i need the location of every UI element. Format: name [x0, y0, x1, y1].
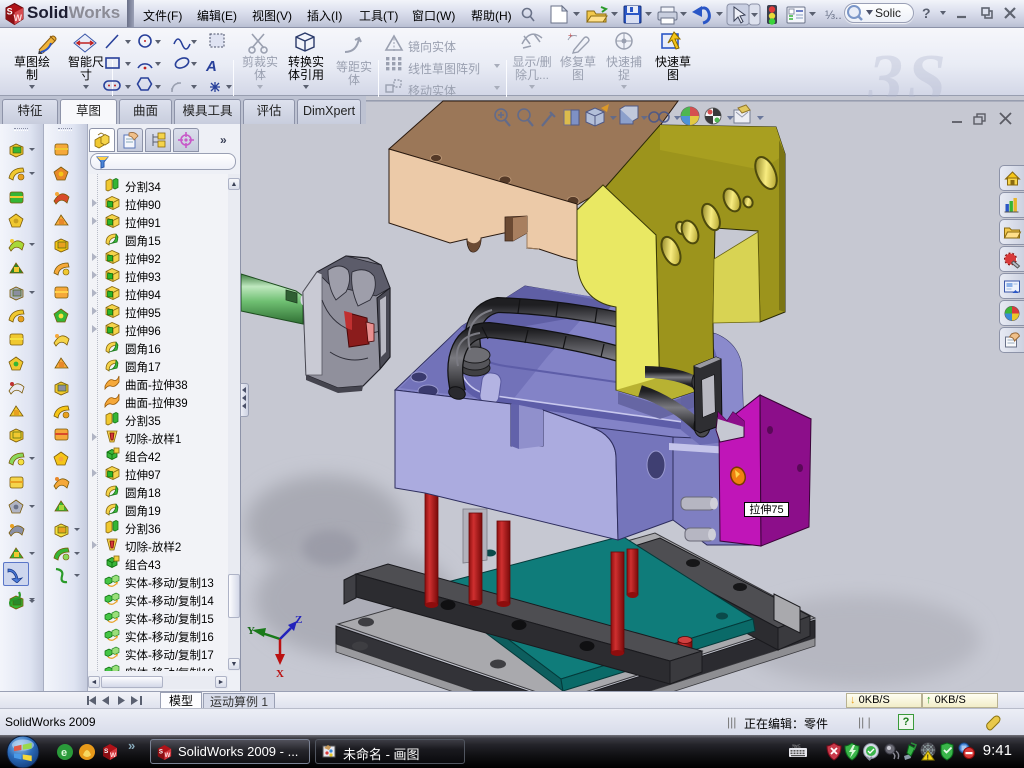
svg-text:X: X — [276, 668, 284, 680]
svg-text:Solic: Solic — [875, 6, 901, 20]
svg-text:A: A — [205, 58, 217, 75]
svg-text:키보드: 키보드 — [792, 744, 801, 748]
svg-text:+: + — [568, 31, 573, 40]
svg-text:S: S — [159, 748, 163, 755]
svg-text:!: ! — [927, 754, 929, 761]
svg-text:S: S — [7, 7, 13, 17]
svg-text:Y: Y — [247, 625, 255, 637]
svg-text:⅓..: ⅓.. — [825, 8, 842, 22]
svg-text:W: W — [14, 13, 23, 23]
svg-text:Z: Z — [295, 614, 302, 626]
svg-text:W: W — [165, 752, 171, 759]
svg-text:e: e — [61, 747, 67, 759]
svg-text:W: W — [110, 752, 117, 759]
svg-text:S: S — [104, 748, 109, 755]
